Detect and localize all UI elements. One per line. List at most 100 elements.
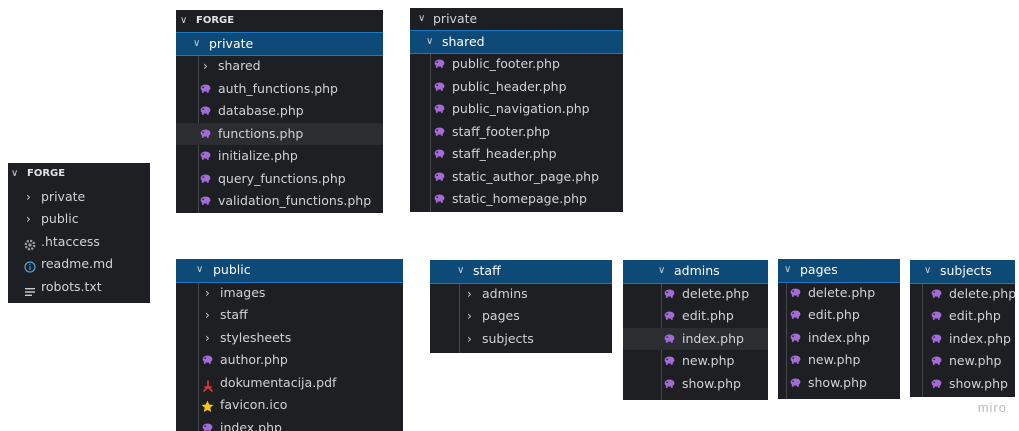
tree-item-php-file[interactable]: functions.php xyxy=(176,122,383,145)
php-elephant-icon xyxy=(434,127,445,136)
chevron-down-icon: ∨ xyxy=(180,15,188,26)
tree-item-php-file[interactable]: index.php xyxy=(778,327,900,350)
tree-item-php-file[interactable]: database.php xyxy=(176,100,383,123)
php-elephant-icon xyxy=(931,356,942,365)
chevron-down-icon: ∨ xyxy=(11,168,19,179)
php-elephant-icon xyxy=(434,104,445,113)
php-elephant-icon xyxy=(664,289,675,298)
chevron-right-icon: › xyxy=(205,330,210,345)
php-elephant-icon xyxy=(434,82,445,91)
tree-item-php-file[interactable]: index.php xyxy=(910,328,1015,351)
tree-item-readme[interactable]: readme.md xyxy=(8,253,150,276)
tree-item-php-file[interactable]: new.php xyxy=(623,350,768,373)
tree-item-php-file[interactable]: public_header.php xyxy=(410,76,623,99)
chevron-down-icon: ∨ xyxy=(784,264,792,275)
tree-item-php-file[interactable]: edit.php xyxy=(623,305,768,328)
php-elephant-icon xyxy=(790,355,801,364)
tree-item-public[interactable]: › public xyxy=(8,208,150,231)
tree-item-staff[interactable]: ∨ staff xyxy=(430,260,612,284)
tree-item-php-file[interactable]: new.php xyxy=(778,349,900,372)
tree-item-php-file[interactable]: author.php xyxy=(176,349,403,372)
chevron-right-icon: › xyxy=(26,212,31,226)
tree-item-php-file[interactable]: initialize.php xyxy=(176,145,383,168)
subjects-panel: ∨ subjects delete.php edit.php index.php… xyxy=(910,260,1015,397)
tree-item-php-file[interactable]: auth_functions.php xyxy=(176,78,383,101)
tree-item-php-file[interactable]: public_navigation.php xyxy=(410,98,623,121)
miro-watermark: miro xyxy=(977,400,1007,415)
tree-item-images[interactable]: › images xyxy=(176,282,403,305)
tree-item-private[interactable]: ∨ private xyxy=(410,8,623,31)
tree-item-php-file[interactable]: new.php xyxy=(910,350,1015,373)
tree-item-favicon[interactable]: favicon.ico xyxy=(176,394,403,417)
tree-item-php-file[interactable]: delete.php xyxy=(910,283,1015,306)
tree-item-private[interactable]: ∨ private xyxy=(176,31,383,56)
chevron-right-icon: › xyxy=(467,331,472,346)
forge-private-panel: ∨ FORGE ∨ private › shared auth_function… xyxy=(176,10,383,213)
tree-item-php-file[interactable]: show.php xyxy=(623,373,768,396)
chevron-right-icon: › xyxy=(467,309,472,323)
php-elephant-icon xyxy=(200,129,211,138)
star-icon xyxy=(201,398,214,413)
tree-item-php-file[interactable]: show.php xyxy=(910,373,1015,396)
gear-icon xyxy=(24,236,36,250)
php-elephant-icon xyxy=(931,311,942,320)
tree-item-php-file[interactable]: index.php xyxy=(176,417,403,431)
tree-item-shared[interactable]: ∨ shared xyxy=(410,29,623,54)
php-elephant-icon xyxy=(664,311,675,320)
tree-item-private[interactable]: › private xyxy=(8,186,150,209)
php-elephant-icon xyxy=(200,174,211,183)
forge-root-panel: ∨ FORGE › private › public .htaccess rea… xyxy=(8,163,150,303)
tree-item-subjects[interactable]: ∨ subjects xyxy=(910,260,1015,284)
tree-item-admins[interactable]: ∨ admins xyxy=(623,260,768,284)
chevron-down-icon: ∨ xyxy=(193,37,201,49)
tree-item-staff[interactable]: › staff xyxy=(176,304,403,327)
php-elephant-icon xyxy=(790,288,801,297)
tree-item-shared[interactable]: › shared xyxy=(176,55,383,78)
php-elephant-icon xyxy=(200,84,211,93)
tree-item-php-file[interactable]: static_author_page.php xyxy=(410,166,623,189)
tree-item-subjects[interactable]: › subjects xyxy=(430,328,612,351)
tree-item-php-file[interactable]: edit.php xyxy=(778,304,900,327)
private-shared-panel: ∨ private ∨ shared public_footer.php pub… xyxy=(410,8,623,212)
tree-item-php-file[interactable]: delete.php xyxy=(623,283,768,306)
tree-item-forge[interactable]: ∨ FORGE xyxy=(8,163,150,186)
tree-item-php-file[interactable]: static_homepage.php xyxy=(410,188,623,211)
staff-panel: ∨ staff › admins › pages › subjects xyxy=(430,260,612,353)
tree-item-php-file[interactable]: index.php xyxy=(623,327,768,350)
tree-item-php-file[interactable]: staff_footer.php xyxy=(410,121,623,144)
php-elephant-icon xyxy=(664,356,675,365)
tree-item-php-file[interactable]: query_functions.php xyxy=(176,168,383,191)
tree-item-php-file[interactable]: delete.php xyxy=(778,282,900,305)
php-elephant-icon xyxy=(434,194,445,203)
php-elephant-icon xyxy=(434,172,445,181)
tree-item-php-file[interactable]: staff_header.php xyxy=(410,143,623,166)
php-elephant-icon xyxy=(434,149,445,158)
tree-item-pdf-file[interactable]: dokumentacija.pdf xyxy=(176,372,403,395)
chevron-right-icon: › xyxy=(26,189,31,204)
tree-item-forge[interactable]: ∨ FORGE xyxy=(176,10,383,33)
tree-item-robots[interactable]: robots.txt xyxy=(8,276,150,299)
info-icon xyxy=(24,258,36,273)
chevron-down-icon: ∨ xyxy=(658,265,666,276)
php-elephant-icon xyxy=(200,196,211,205)
php-elephant-icon xyxy=(664,334,675,343)
text-lines-icon xyxy=(25,282,35,296)
pages-panel: ∨ pages delete.php edit.php index.php ne… xyxy=(778,259,900,399)
tree-item-pages[interactable]: ∨ pages xyxy=(778,259,900,283)
chevron-right-icon: › xyxy=(203,59,208,73)
php-elephant-icon xyxy=(931,334,942,343)
tree-item-php-file[interactable]: edit.php xyxy=(910,305,1015,328)
tree-item-php-file[interactable]: show.php xyxy=(778,372,900,395)
tree-item-htaccess[interactable]: .htaccess xyxy=(8,231,150,254)
tree-item-public[interactable]: ∨ public xyxy=(176,259,403,283)
chevron-down-icon: ∨ xyxy=(418,13,426,24)
tree-item-stylesheets[interactable]: › stylesheets xyxy=(176,327,403,350)
tree-item-php-file[interactable]: validation_functions.php xyxy=(176,190,383,213)
php-elephant-icon xyxy=(790,333,801,342)
tree-item-admins[interactable]: › admins xyxy=(430,283,612,306)
php-elephant-icon xyxy=(790,378,801,387)
tree-item-php-file[interactable]: public_footer.php xyxy=(410,53,623,76)
tree-item-pages[interactable]: › pages xyxy=(430,305,612,328)
chevron-down-icon: ∨ xyxy=(426,35,434,47)
chevron-right-icon: › xyxy=(467,286,472,301)
